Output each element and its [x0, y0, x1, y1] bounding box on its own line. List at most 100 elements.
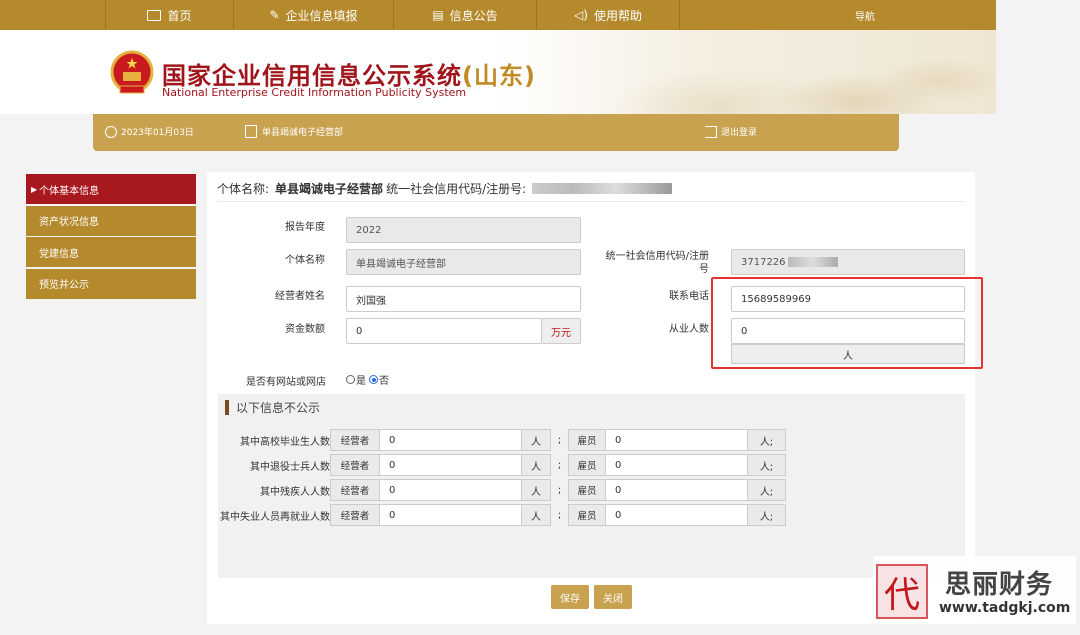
close-button[interactable]: 关闭 — [594, 585, 632, 609]
entity-name-value: 单县竭诚电子经营部 — [275, 180, 383, 197]
operator-tag: 经营者 — [330, 454, 380, 476]
employee-tag: 雇员 — [568, 479, 606, 501]
name-field: 单县竭诚电子经营部 — [346, 249, 581, 275]
enterprise-display: 单县竭诚电子经营部 — [245, 125, 343, 138]
semicolon: ; — [551, 460, 568, 471]
enterprise-name: 单县竭诚电子经营部 — [262, 125, 343, 138]
entity-name-label: 个体名称: — [217, 180, 269, 197]
website-no-label: 否 — [379, 372, 389, 387]
watermark: 代 思丽财务 www.tadgkj.com — [873, 556, 1076, 624]
nav-help[interactable]: ◁) 使用帮助 — [537, 0, 680, 30]
disabled-employee-input[interactable]: 0 — [606, 479, 748, 501]
graduates-employee-input[interactable]: 0 — [606, 429, 748, 451]
top-nav: 首页 ✎ 企业信息填报 ▤ 信息公告 ◁) 使用帮助 导航 — [0, 0, 996, 30]
reemployed-employee-input[interactable]: 0 — [606, 504, 748, 526]
private-row-label: 其中残疾人人数 — [218, 483, 330, 498]
building-icon — [245, 125, 257, 138]
private-row-label: 其中退役士兵人数 — [218, 458, 330, 473]
operator-tag: 经营者 — [330, 479, 380, 501]
info-bar: 2023年01月03日 单县竭诚电子经营部 退出登录 — [93, 114, 899, 151]
panel-divider — [217, 201, 965, 202]
code-field: 3717226 — [731, 249, 965, 275]
nav-home[interactable]: 首页 — [105, 0, 234, 30]
employee-tag: 雇员 — [568, 454, 606, 476]
system-subtitle: National Enterprise Credit Information P… — [162, 86, 466, 99]
watermark-name: 思丽财务 — [945, 564, 1053, 601]
veterans-operator-input[interactable]: 0 — [380, 454, 522, 476]
unit-person: 人 — [522, 429, 551, 451]
website-radio-group: 是 否 — [346, 372, 389, 387]
code-field-value: 3717226 — [741, 257, 786, 268]
year-label: 报告年度 — [240, 218, 325, 233]
unit-person: 人 — [522, 504, 551, 526]
sidebar-item-preview[interactable]: 预览并公示 — [26, 269, 196, 299]
unit-person: 人; — [748, 504, 786, 526]
code-field-redacted — [788, 257, 838, 267]
website-no-radio[interactable] — [369, 375, 378, 384]
disabled-operator-input[interactable]: 0 — [380, 479, 522, 501]
staff-label: 从业人数 — [620, 320, 709, 335]
graduates-operator-input[interactable]: 0 — [380, 429, 522, 451]
sidebar-item-assets[interactable]: 资产状况信息 — [26, 206, 196, 236]
unit-person: 人; — [748, 454, 786, 476]
header-banner: 国家企业信用信息公示系统(山东) National Enterprise Cre… — [0, 30, 996, 114]
nav-help-label: 使用帮助 — [594, 7, 642, 24]
unit-person: 人; — [748, 429, 786, 451]
watermark-seal: 代 — [876, 564, 928, 619]
watermark-url: www.tadgkj.com — [939, 600, 1070, 616]
code-label-line2: 号 — [590, 263, 709, 276]
current-date: 2023年01月03日 — [121, 125, 194, 138]
private-title-text: 以下信息不公示 — [236, 399, 320, 416]
private-row: 其中高校毕业生人数 经营者 0 人 ; 雇员 0 人; — [218, 429, 786, 451]
operator-tag: 经营者 — [330, 429, 380, 451]
operator-tag: 经营者 — [330, 504, 380, 526]
section-marker — [225, 400, 229, 415]
edit-icon: ✎ — [269, 8, 279, 22]
website-label: 是否有网站或网店 — [220, 373, 326, 388]
private-row: 其中退役士兵人数 经营者 0 人 ; 雇员 0 人; — [218, 454, 786, 476]
operator-name-input[interactable]: 刘国强 — [346, 286, 581, 312]
phone-label: 联系电话 — [620, 287, 709, 302]
logout-label: 退出登录 — [721, 125, 757, 138]
sidebar-item-party[interactable]: 党建信息 — [26, 237, 196, 267]
nav-announcements[interactable]: ▤ 信息公告 — [394, 0, 537, 30]
nav-enterprise-report[interactable]: ✎ 企业信息填报 — [234, 0, 394, 30]
private-section: 以下信息不公示 其中高校毕业生人数 经营者 0 人 ; 雇员 0 人; 其中退役… — [218, 394, 965, 578]
date-display: 2023年01月03日 — [105, 125, 194, 138]
nav-enterprise-report-label: 企业信息填报 — [286, 7, 358, 24]
nav-filler — [996, 0, 1080, 30]
capital-input[interactable]: 0 — [346, 318, 542, 344]
semicolon: ; — [551, 485, 568, 496]
document-icon: ▤ — [432, 8, 443, 22]
capital-unit: 万元 — [542, 318, 581, 344]
speaker-icon: ◁) — [574, 8, 588, 22]
save-button[interactable]: 保存 — [551, 585, 589, 609]
nav-menu[interactable]: 导航 — [835, 0, 895, 30]
nav-home-label: 首页 — [167, 7, 191, 24]
sidebar: 个体基本信息 资产状况信息 党建信息 预览并公示 — [26, 174, 196, 300]
nav-announcements-label: 信息公告 — [450, 7, 498, 24]
logout-button[interactable]: 退出登录 — [705, 125, 757, 138]
employee-tag: 雇员 — [568, 429, 606, 451]
website-yes-radio[interactable] — [346, 375, 355, 384]
sidebar-item-basic-info[interactable]: 个体基本信息 — [26, 174, 196, 204]
capital-label: 资金数额 — [240, 320, 325, 335]
clock-icon — [105, 126, 117, 138]
code-label-line1: 统一社会信用代码/注册 — [590, 250, 709, 263]
unit-person: 人 — [522, 479, 551, 501]
website-yes-label: 是 — [356, 372, 366, 387]
operator-label: 经营者姓名 — [240, 287, 325, 302]
private-title: 以下信息不公示 — [225, 399, 320, 416]
banner-landscape — [536, 30, 996, 114]
credit-code-label: 统一社会信用代码/注册号: — [386, 180, 526, 197]
veterans-employee-input[interactable]: 0 — [606, 454, 748, 476]
private-row-label: 其中失业人员再就业人数 — [218, 508, 330, 523]
monitor-icon — [147, 10, 161, 21]
logout-icon — [705, 126, 717, 138]
private-row-label: 其中高校毕业生人数 — [218, 433, 330, 448]
private-row: 其中残疾人人数 经营者 0 人 ; 雇员 0 人; — [218, 479, 786, 501]
highlight-box — [711, 277, 983, 369]
reemployed-operator-input[interactable]: 0 — [380, 504, 522, 526]
unit-person: 人; — [748, 479, 786, 501]
semicolon: ; — [551, 510, 568, 521]
